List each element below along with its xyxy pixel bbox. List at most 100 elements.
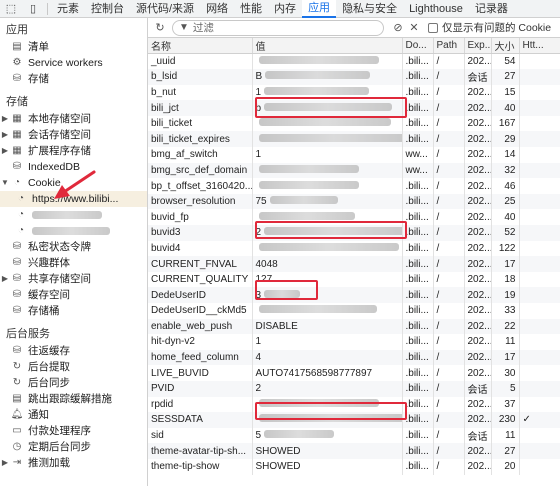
cell-size-text: 167 <box>498 118 516 130</box>
cell-name-text: bili_jct <box>151 102 179 114</box>
sidebar-item-shared-storage[interactable]: ▶ ⛁ 共享存储空间 <box>0 271 147 287</box>
sidebar-item-cookie-origin-2[interactable]: ◔ <box>0 207 147 223</box>
cell-httponly <box>519 131 560 148</box>
tab-7[interactable]: 隐私与安全 <box>336 0 403 18</box>
table-row[interactable]: b_lsid B .bili... / 会话 27 <box>148 69 560 85</box>
sidebar-item-payment-handler[interactable]: ▭ 付款处理程序 <box>0 423 147 439</box>
cookie-icon: ◔ <box>17 193 25 204</box>
chevron-right-icon[interactable]: ▶ <box>0 111 10 127</box>
tab-4[interactable]: 性能 <box>234 0 268 18</box>
table-row[interactable]: bp_t_offset_3160420... .bili... / 202... 46 <box>148 178 560 194</box>
sidebar-item-interest-groups[interactable]: ⛁ 兴趣群体 <box>0 255 147 271</box>
table-row[interactable]: home_feed_column 4 .bili... / 202... 17 <box>148 349 560 366</box>
sidebar-item-background-fetch[interactable]: ↻ 后台提取 <box>0 359 147 375</box>
document-icon: ▤ <box>12 393 22 404</box>
sidebar-item-cookie-origin-3[interactable]: ◔ <box>0 223 147 239</box>
sidebar-item-extension-storage[interactable]: ▶ ▦ 扩展程序存储 <box>0 143 147 159</box>
inspect-element-icon[interactable]: ⬚ <box>0 0 22 18</box>
table-row[interactable]: browser_resolution 75 .bili... / 202... 25 <box>148 193 560 210</box>
tab-6[interactable]: 应用 <box>302 0 337 18</box>
redacted-value <box>258 133 401 142</box>
sidebar-item-storage-buckets[interactable]: ⛁ 存储桶 <box>0 303 147 319</box>
chevron-right-icon[interactable]: ▶ <box>0 143 10 159</box>
filter-input[interactable] <box>192 21 373 34</box>
table-row[interactable]: hit-dyn-v2 1 .bili... / 202... 11 <box>148 334 560 350</box>
cell-value: AUTO7417568598777897 <box>252 365 403 381</box>
tab-0[interactable]: 元素 <box>51 0 85 18</box>
table-row[interactable]: theme-avatar-tip-sh... SHOWED .bili... / 202… <box>148 443 560 459</box>
sidebar-item-storage[interactable]: ⛁ 存储 <box>0 71 147 87</box>
cell-size: 25 <box>491 193 520 210</box>
sidebar-item-service-workers[interactable]: ⚙ Service workers <box>0 55 147 71</box>
device-toolbar-icon[interactable]: ▯ <box>22 0 44 18</box>
annotation-arrow <box>54 170 96 199</box>
column-header-domain[interactable]: Do... <box>402 38 434 54</box>
cell-path: / <box>433 209 465 226</box>
sidebar-item-notifications[interactable]: 🔔︎ 通知 <box>0 407 147 423</box>
table-row[interactable]: theme-tip-show SHOWED .bili... / 202... 20 <box>148 458 560 475</box>
cell-value: 1 <box>252 334 403 350</box>
cell-expires: 会话 <box>464 69 492 85</box>
table-row[interactable]: bmg_src_def_domain ww... / 202... 32 <box>148 162 560 179</box>
clear-all-icon[interactable]: ⊘ <box>390 21 406 34</box>
column-header-path[interactable]: Path <box>433 38 465 54</box>
table-row[interactable]: bili_ticket_expires .bili... / 202... 29 <box>148 131 560 148</box>
sidebar-item-manifest[interactable]: ▤ 清单 <box>0 39 147 55</box>
table-row[interactable]: enable_web_push DISABLE .bili... / 202... 22 <box>148 318 560 335</box>
cell-path: / <box>433 271 465 288</box>
column-header-value[interactable]: 值 <box>252 38 403 54</box>
grid-icon: ▦ <box>12 129 22 140</box>
chevron-down-icon[interactable]: ▼ <box>0 175 10 191</box>
tab-9[interactable]: 记录器 <box>469 0 514 18</box>
sidebar-item-local-storage[interactable]: ▶ ▦ 本地存储空间 <box>0 111 147 127</box>
column-header-expires[interactable]: Exp... <box>464 38 492 54</box>
cell-path-text: / <box>436 196 440 208</box>
chevron-right-icon[interactable]: ▶ <box>0 455 10 471</box>
table-row[interactable]: _uuid .bili... / 202... 54 <box>148 53 560 70</box>
filter-box[interactable]: ▼ <box>172 19 384 36</box>
column-header-name[interactable]: 名称 <box>148 38 253 54</box>
table-row[interactable]: bmg_af_switch 1 ww... / 202... 14 <box>148 147 560 163</box>
sidebar-item-bfcache[interactable]: ⛁ 往返缓存 <box>0 343 147 359</box>
refresh-icon[interactable]: ↻ <box>152 21 168 34</box>
cell-httponly: ✓ <box>519 412 560 428</box>
tab-2[interactable]: 源代码/来源 <box>130 0 200 18</box>
sidebar-item-bounce-tracking[interactable]: ▤ 跳出跟踪缓解措施 <box>0 391 147 407</box>
chevron-right-icon[interactable]: ▶ <box>0 127 10 143</box>
sidebar-item-session-storage[interactable]: ▶ ▦ 会话存储空间 <box>0 127 147 143</box>
cell-httponly <box>519 365 560 381</box>
cell-name: DedeUserID__ckMd5 <box>148 303 253 319</box>
table-row[interactable]: sid 5 .bili... / 会话 11 <box>148 427 560 444</box>
sidebar-item-background-sync[interactable]: ↻ 后台同步 <box>0 375 147 391</box>
table-row[interactable]: CURRENT_FNVAL 4048 .bili... / 202... 17 <box>148 256 560 272</box>
only-issues-label: 仅显示有问题的 Cookie <box>442 22 552 34</box>
table-row[interactable]: buvid4 .bili... / 202... 122 <box>148 240 560 257</box>
table-row[interactable]: CURRENT_QUALITY 127 .bili.../202... 18 <box>148 271 560 288</box>
table-row[interactable]: bili_ticket .bili... / 202... 167 <box>148 115 560 132</box>
table-row[interactable]: LIVE_BUVID AUTO7417568598777897 .bili... / 2… <box>148 365 560 381</box>
cell-domain: .bili... <box>402 334 434 350</box>
delete-selected-icon[interactable]: ✕ <box>406 21 422 34</box>
cell-value: 4 <box>252 349 403 366</box>
cell-value-text: 75 <box>255 196 267 208</box>
chevron-right-icon[interactable]: ▶ <box>0 271 10 287</box>
column-header-size[interactable]: 大小 <box>491 38 520 54</box>
tab-1[interactable]: 控制台 <box>85 0 130 18</box>
table-row[interactable]: DedeUserID 3 .bili.../202... 19 <box>148 287 560 303</box>
cell-path-text: / <box>436 227 440 239</box>
table-row[interactable]: DedeUserID__ckMd5 .bili... / 202... 33 <box>148 303 560 319</box>
cell-expires: 202... <box>464 365 492 381</box>
sidebar-item-periodic-sync[interactable]: ◷ 定期后台同步 <box>0 439 147 455</box>
cell-name-text: buvid3 <box>151 227 181 239</box>
sidebar-item-speculative-loads[interactable]: ▶ ⇥ 推测加载 <box>0 455 147 471</box>
cell-size: 11 <box>491 334 520 350</box>
tab-8[interactable]: Lighthouse <box>403 0 469 18</box>
table-row[interactable]: PVID 2 .bili... / 会话 5 <box>148 380 560 397</box>
column-header-httponly[interactable]: Htt... <box>519 38 560 54</box>
only-issues-checkbox[interactable] <box>428 22 438 33</box>
sidebar-item-private-state-tokens[interactable]: ⛁ 私密状态令牌 <box>0 239 147 255</box>
sidebar-item-cache-storage[interactable]: ⛁ 缓存空间 <box>0 287 147 303</box>
tab-5[interactable]: 内存 <box>268 0 302 18</box>
cell-expires-text: 202... <box>467 320 491 332</box>
tab-3[interactable]: 网络 <box>200 0 234 18</box>
